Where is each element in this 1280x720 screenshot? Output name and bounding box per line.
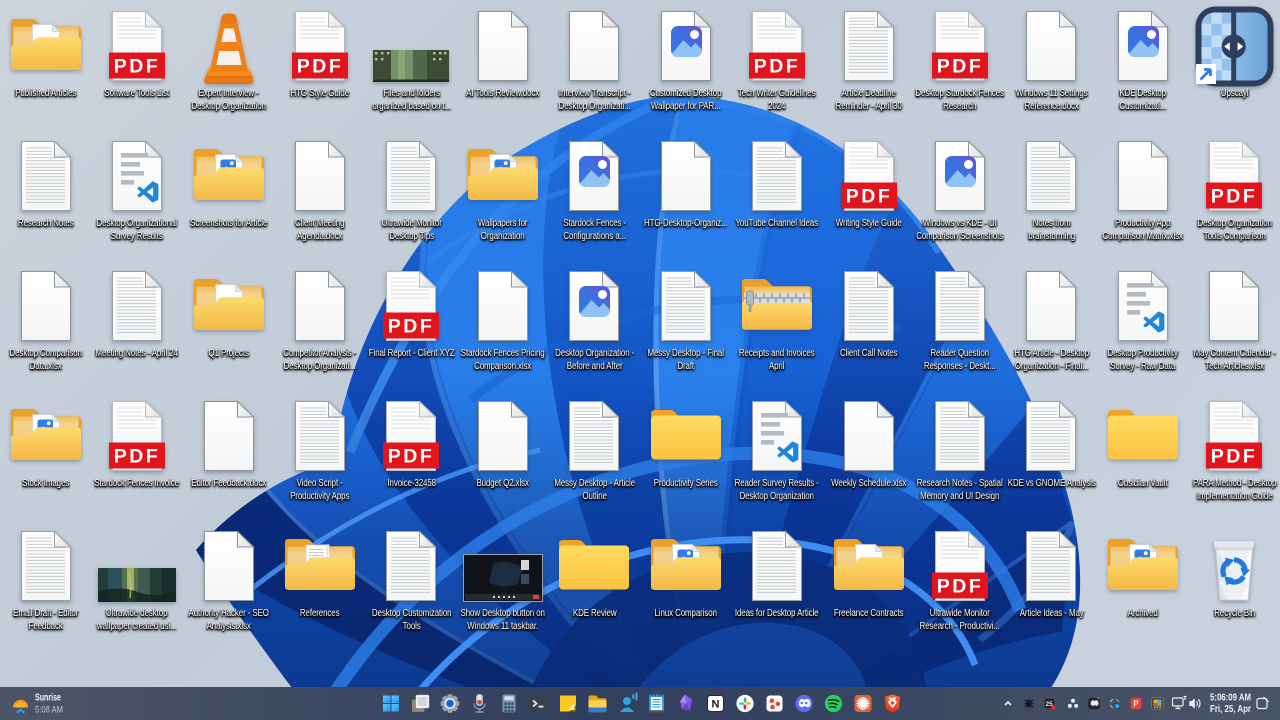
svg-text:Fri, 25, Apr: Fri, 25, Apr (1210, 704, 1251, 715)
svg-text:5:06:09 AM: 5:06:09 AM (1210, 693, 1251, 704)
svg-text:N: N (712, 699, 720, 711)
svg-text:Sunrise: Sunrise (35, 693, 61, 704)
svg-text:5:08 AM: 5:08 AM (35, 705, 63, 716)
svg-text:P: P (1133, 699, 1138, 708)
